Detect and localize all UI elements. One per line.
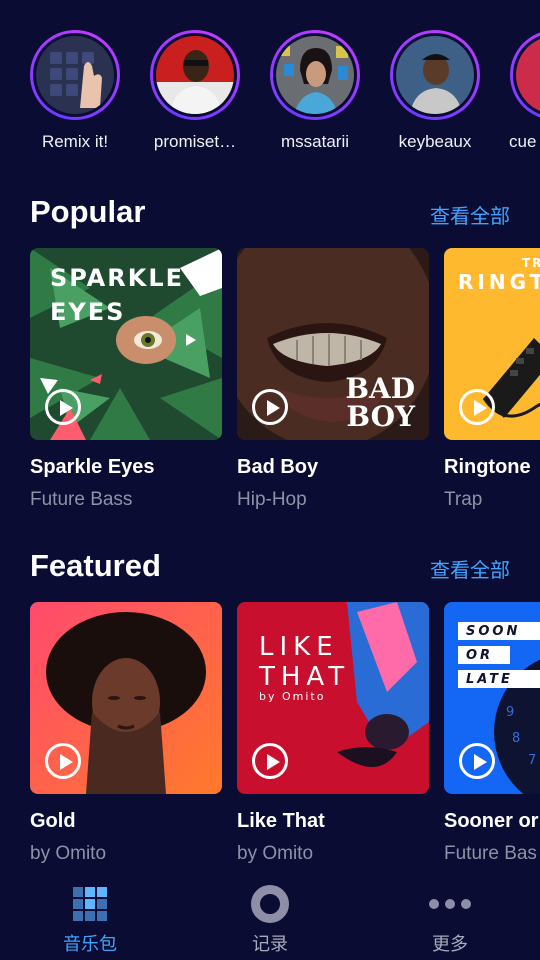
play-icon[interactable] [459, 743, 495, 779]
cover-sooner-or-later: 9 87 SOON OR LATE [444, 602, 540, 794]
artist-avatar [156, 36, 234, 114]
svg-text:7: 7 [528, 753, 536, 768]
story-label: promiset… [153, 132, 237, 151]
card-ringtone[interactable]: TR RINGT Ringtone Trap [444, 248, 540, 511]
nav-label: 记录 [252, 934, 288, 954]
play-icon[interactable] [45, 389, 81, 425]
cover-text: SOON [466, 624, 521, 639]
popular-see-all-link[interactable]: 查看全部 [430, 200, 510, 229]
card-title: Sparkle Eyes [30, 456, 155, 478]
story-label: keybeaux [398, 132, 472, 151]
cover-text: TR [522, 256, 540, 270]
card-title: Sooner or [444, 810, 539, 832]
svg-text:8: 8 [512, 731, 520, 746]
story-label: cue [509, 132, 537, 151]
section-title-featured: Featured [30, 548, 161, 583]
story-ring [510, 30, 540, 120]
card-subtitle: by Omito [30, 843, 107, 864]
bottom-nav: 音乐包 记录 更多 [0, 878, 540, 960]
story-ring [30, 30, 120, 120]
nav-item-packs[interactable]: 音乐包 [30, 884, 150, 956]
stories-row: Remix it! promiset… mssatarii keybeaux c… [30, 30, 540, 160]
grid-icon [30, 884, 150, 924]
play-icon[interactable] [252, 743, 288, 779]
card-title: Ringtone [444, 456, 531, 478]
story-mssatarii[interactable]: mssatarii [255, 30, 375, 152]
story-label: Remix it! [41, 132, 109, 151]
story-remix-it[interactable]: Remix it! [30, 30, 135, 152]
card-title: Gold [30, 810, 76, 832]
popular-cards: SPARKLE EYES Sparkle Eyes Future Bass BA… [30, 248, 540, 528]
cover-text: SPARKLE [50, 264, 185, 292]
nav-item-more[interactable]: 更多 [390, 884, 510, 956]
story-label: mssatarii [280, 132, 349, 151]
story-cue[interactable]: cue [495, 30, 540, 152]
cover-like-that: LIKE THAT by Omito [237, 602, 429, 794]
nav-label: 更多 [432, 934, 468, 954]
cover-text: BOY [346, 400, 415, 433]
card-title: Bad Boy [237, 456, 319, 478]
artist-avatar [396, 36, 474, 114]
cover-text: by Omito [259, 690, 326, 703]
nav-item-record[interactable]: 记录 [210, 884, 330, 956]
card-bad-boy[interactable]: BAD BOY Bad Boy Hip-Hop [237, 248, 429, 511]
svg-text:9: 9 [506, 705, 514, 720]
card-like-that[interactable]: LIKE THAT by Omito Like That by Omito [237, 602, 429, 865]
cover-text: EYES [50, 298, 126, 326]
nav-label: 音乐包 [63, 934, 117, 954]
artist-avatar [276, 36, 354, 114]
cover-text: THAT [259, 662, 351, 692]
cover-sparkle-eyes: SPARKLE EYES [30, 248, 222, 440]
record-icon [210, 884, 330, 924]
card-subtitle: Future Bas [444, 843, 537, 864]
section-title-popular: Popular [30, 194, 146, 229]
card-subtitle: Future Bass [30, 489, 133, 510]
story-ring [150, 30, 240, 120]
artist-avatar [516, 36, 540, 114]
cover-text: LATE [466, 672, 513, 687]
cover-text: OR [466, 648, 494, 663]
card-sparkle-eyes[interactable]: SPARKLE EYES Sparkle Eyes Future Bass [30, 248, 222, 511]
featured-cards: Gold by Omito LIKE THAT by Omito Like Th… [30, 602, 540, 882]
cover-gold [30, 602, 222, 794]
play-icon[interactable] [252, 389, 288, 425]
card-sooner-or-later[interactable]: 9 87 SOON OR LATE Sooner or Future Bas [444, 602, 540, 865]
story-ring [270, 30, 360, 120]
cover-text: LIKE [259, 632, 339, 662]
cover-bad-boy: BAD BOY [237, 248, 429, 440]
card-subtitle: by Omito [237, 843, 314, 864]
launchpad-hand-icon [36, 36, 114, 114]
card-subtitle: Trap [444, 489, 483, 510]
cover-text: RINGT [458, 270, 540, 294]
card-gold[interactable]: Gold by Omito [30, 602, 222, 865]
story-keybeaux[interactable]: keybeaux [375, 30, 495, 152]
play-icon[interactable] [45, 743, 81, 779]
card-subtitle: Hip-Hop [237, 489, 307, 510]
story-promiset[interactable]: promiset… [135, 30, 255, 152]
more-dots-icon [390, 884, 510, 924]
card-title: Like That [237, 810, 325, 832]
play-icon[interactable] [459, 389, 495, 425]
story-ring [390, 30, 480, 120]
cover-ringtone: TR RINGT [444, 248, 540, 440]
featured-see-all-link[interactable]: 查看全部 [430, 554, 510, 583]
